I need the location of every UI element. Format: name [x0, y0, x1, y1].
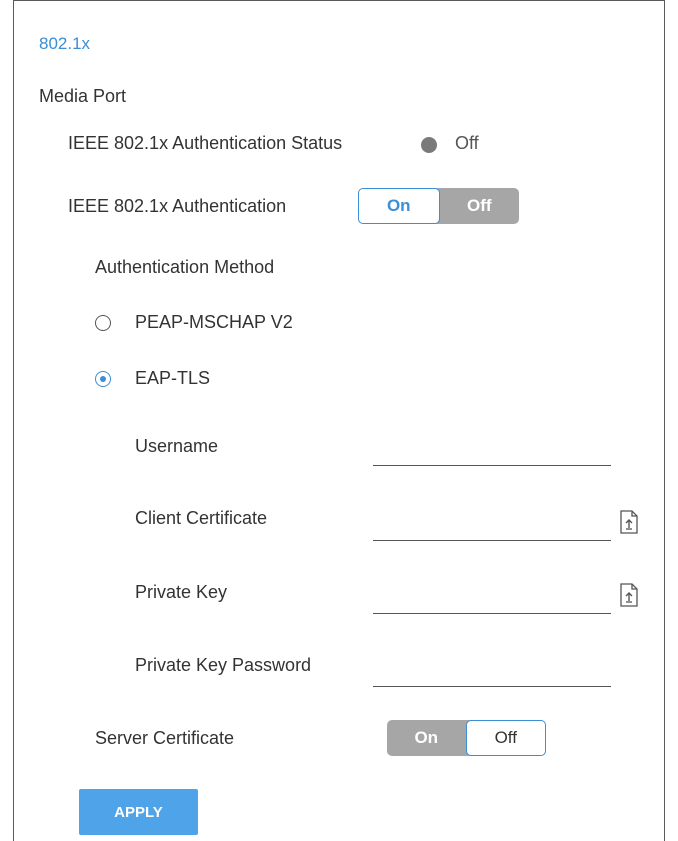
status-dot-icon	[421, 137, 437, 153]
auth-toggle-on[interactable]: On	[358, 188, 440, 224]
auth-status-value: Off	[455, 133, 479, 153]
auth-toggle-label: IEEE 802.1x Authentication	[68, 196, 287, 216]
auth-toggle-off[interactable]: Off	[440, 188, 520, 224]
radio-eap-tls[interactable]	[95, 371, 111, 387]
private-key-label: Private Key	[135, 582, 228, 602]
section-title: Media Port	[39, 86, 127, 106]
username-field[interactable]	[373, 437, 611, 466]
auth-toggle[interactable]: On Off	[358, 188, 519, 224]
file-upload-icon[interactable]	[619, 510, 639, 534]
private-key-field[interactable]	[373, 585, 611, 614]
client-certificate-field[interactable]	[373, 512, 611, 541]
server-certificate-toggle[interactable]: On Off	[387, 720, 546, 756]
private-key-password-field[interactable]	[373, 658, 611, 687]
apply-button[interactable]: APPLY	[79, 789, 198, 835]
auth-method-label: Authentication Method	[95, 257, 275, 277]
server-certificate-toggle-on[interactable]: On	[387, 720, 466, 756]
panel-frame	[13, 0, 665, 841]
private-key-password-label: Private Key Password	[135, 655, 312, 675]
server-certificate-label: Server Certificate	[95, 728, 235, 748]
file-upload-icon[interactable]	[619, 583, 639, 607]
client-certificate-label: Client Certificate	[135, 508, 268, 528]
username-label: Username	[135, 436, 219, 456]
server-certificate-toggle-off[interactable]: Off	[465, 720, 546, 756]
panel-title: 802.1x	[39, 34, 91, 53]
radio-peap-mschap[interactable]	[95, 315, 111, 331]
radio-peap-mschap-label[interactable]: PEAP-MSCHAP V2	[135, 312, 293, 333]
auth-status-label: IEEE 802.1x Authentication Status	[68, 133, 343, 153]
radio-eap-tls-label[interactable]: EAP-TLS	[135, 368, 210, 389]
